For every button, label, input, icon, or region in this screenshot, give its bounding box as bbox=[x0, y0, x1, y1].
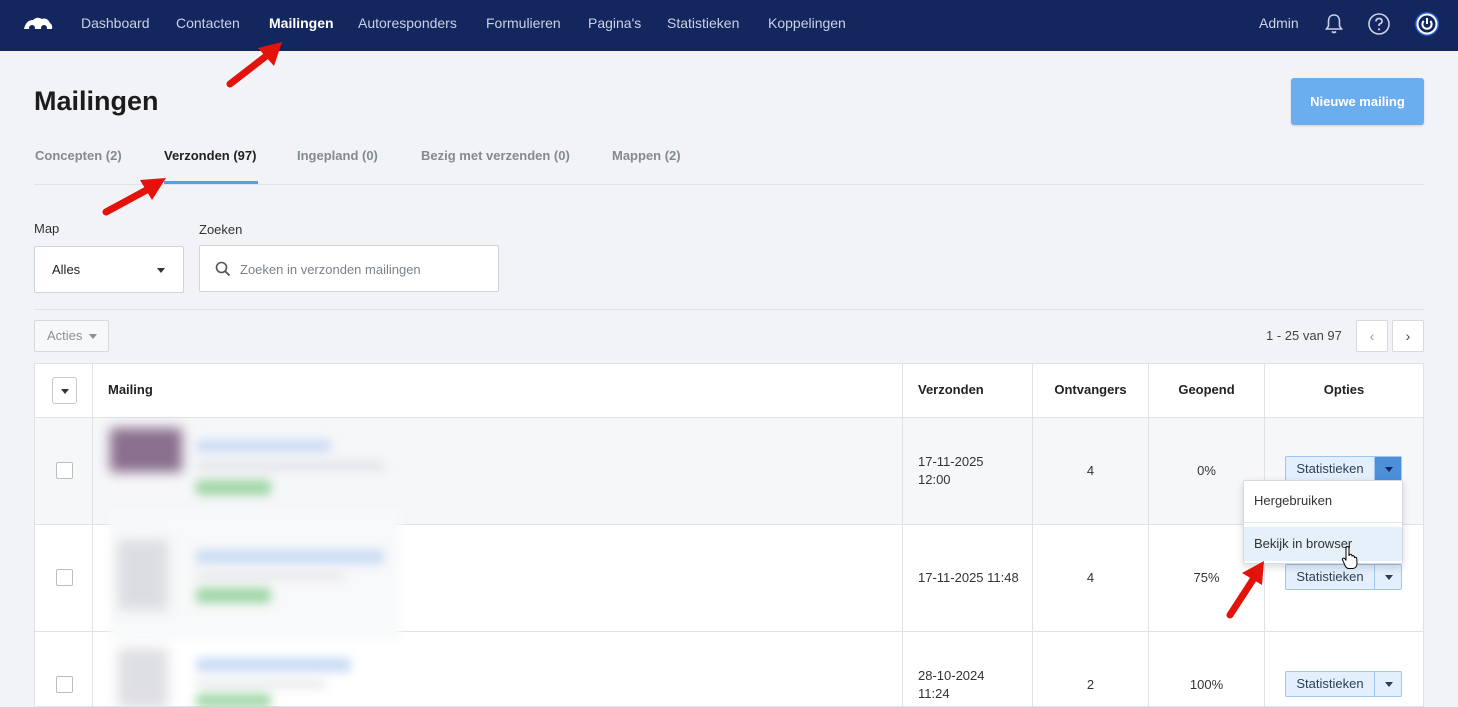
search-label: Zoeken bbox=[199, 222, 243, 237]
search-icon bbox=[215, 261, 231, 277]
select-all-dropdown[interactable] bbox=[52, 377, 77, 404]
recipients-count: 4 bbox=[1086, 463, 1095, 478]
search-input[interactable] bbox=[240, 258, 490, 280]
chevron-down-icon bbox=[157, 268, 165, 273]
options-dropdown-menu: Hergebruiken Bekijk in browser bbox=[1243, 480, 1403, 564]
bell-icon[interactable] bbox=[1322, 12, 1346, 36]
nav-koppelingen[interactable]: Koppelingen bbox=[768, 0, 846, 51]
column-header-opties: Opties bbox=[1323, 382, 1365, 397]
nav-autoresponders[interactable]: Autoresponders bbox=[358, 0, 457, 51]
recipients-count: 2 bbox=[1086, 677, 1095, 692]
previous-page-button[interactable]: ‹ bbox=[1356, 320, 1388, 352]
acties-dropdown-button[interactable]: Acties bbox=[34, 320, 109, 352]
options-dropdown-toggle[interactable] bbox=[1374, 565, 1401, 589]
row-checkbox[interactable] bbox=[56, 676, 73, 693]
tab-concepten[interactable]: Concepten (2) bbox=[35, 148, 122, 163]
sent-date: 28-10-2024 bbox=[918, 668, 985, 683]
chevron-down-icon bbox=[89, 334, 97, 339]
mailing-status-badge bbox=[196, 588, 271, 603]
row-divider bbox=[34, 417, 1424, 418]
options-dropdown-toggle[interactable] bbox=[1374, 457, 1401, 481]
open-rate: 100% bbox=[1189, 677, 1224, 692]
map-label: Map bbox=[34, 221, 60, 236]
sent-time: 12:00 bbox=[918, 472, 951, 487]
mailing-thumbnail[interactable] bbox=[118, 648, 168, 707]
tabs-divider bbox=[34, 184, 1424, 185]
recipients-count: 4 bbox=[1086, 570, 1095, 585]
pagination-info: 1 - 25 van 97 bbox=[1266, 328, 1342, 343]
tab-verzonden[interactable]: Verzonden (97) bbox=[164, 148, 256, 163]
mailing-subject-redacted bbox=[196, 462, 386, 470]
mailing-status-badge bbox=[196, 694, 271, 707]
power-icon[interactable] bbox=[1415, 12, 1439, 36]
admin-menu[interactable]: Admin bbox=[1259, 0, 1299, 51]
statistieken-split-button: Statistieken bbox=[1285, 671, 1402, 697]
menu-item-hergebruiken[interactable]: Hergebruiken bbox=[1244, 484, 1402, 518]
menu-divider bbox=[1244, 522, 1402, 523]
annotation-arrow-icon bbox=[1226, 561, 1264, 619]
chevron-down-icon bbox=[1385, 575, 1393, 580]
map-select-value: Alles bbox=[52, 262, 81, 277]
options-dropdown-toggle[interactable] bbox=[1374, 672, 1401, 696]
top-navigation: Dashboard Contacten Mailingen Autorespon… bbox=[0, 0, 1458, 51]
column-header-geopend[interactable]: Geopend bbox=[1149, 363, 1264, 417]
column-header-ontvangers[interactable]: Ontvangers bbox=[1033, 363, 1148, 417]
filters-divider bbox=[34, 309, 1424, 310]
sent-time: 11:24 bbox=[918, 686, 950, 701]
nav-paginas[interactable]: Pagina's bbox=[588, 0, 641, 51]
mailing-subject-redacted bbox=[196, 572, 346, 580]
mailing-title-redacted[interactable] bbox=[196, 658, 351, 672]
mailing-status-badge bbox=[196, 480, 271, 495]
statistieken-split-button: Statistieken bbox=[1285, 456, 1402, 482]
sent-date: 17-11-2025 bbox=[918, 454, 984, 469]
chevron-down-icon bbox=[1385, 682, 1393, 687]
mailing-thumbnail[interactable] bbox=[118, 540, 168, 610]
column-divider bbox=[92, 363, 93, 707]
page-title: Mailingen bbox=[34, 86, 159, 116]
help-icon[interactable] bbox=[1367, 12, 1391, 36]
sent-date: 17-11-2025 11:48 bbox=[918, 570, 1019, 585]
acties-label: Acties bbox=[47, 328, 83, 343]
annotation-arrow-icon bbox=[102, 178, 166, 216]
map-select[interactable]: Alles bbox=[34, 246, 184, 293]
row-checkbox[interactable] bbox=[56, 462, 73, 479]
hand-cursor-icon bbox=[1341, 546, 1358, 569]
mailing-title-redacted[interactable] bbox=[196, 440, 331, 452]
mailing-subject-redacted bbox=[196, 680, 326, 688]
tab-mappen[interactable]: Mappen (2) bbox=[612, 148, 681, 163]
logo-icon[interactable] bbox=[22, 14, 54, 34]
nav-statistieken[interactable]: Statistieken bbox=[667, 0, 739, 51]
nav-formulieren[interactable]: Formulieren bbox=[486, 0, 561, 51]
chevron-down-icon bbox=[1385, 467, 1393, 472]
statistieken-button[interactable]: Statistieken bbox=[1286, 457, 1374, 481]
row-checkbox[interactable] bbox=[56, 569, 73, 586]
new-mailing-button[interactable]: Nieuwe mailing bbox=[1291, 78, 1424, 125]
open-rate: 0% bbox=[1197, 463, 1216, 478]
column-header-verzonden[interactable]: Verzonden bbox=[918, 363, 984, 417]
statistieken-button[interactable]: Statistieken bbox=[1286, 672, 1374, 696]
nav-dashboard[interactable]: Dashboard bbox=[81, 0, 150, 51]
statistieken-button[interactable]: Statistieken bbox=[1286, 565, 1374, 589]
column-divider bbox=[902, 363, 903, 707]
tab-bezig-met-verzenden[interactable]: Bezig met verzenden (0) bbox=[421, 148, 570, 163]
search-box bbox=[199, 245, 499, 292]
column-header-mailing[interactable]: Mailing bbox=[108, 363, 153, 417]
mailing-title-redacted[interactable] bbox=[196, 550, 384, 564]
mailing-thumbnail[interactable] bbox=[110, 428, 182, 472]
tab-ingepland[interactable]: Ingepland (0) bbox=[297, 148, 378, 163]
annotation-arrow-icon bbox=[226, 42, 282, 88]
next-page-button[interactable]: › bbox=[1392, 320, 1424, 352]
chevron-down-icon bbox=[61, 389, 69, 394]
